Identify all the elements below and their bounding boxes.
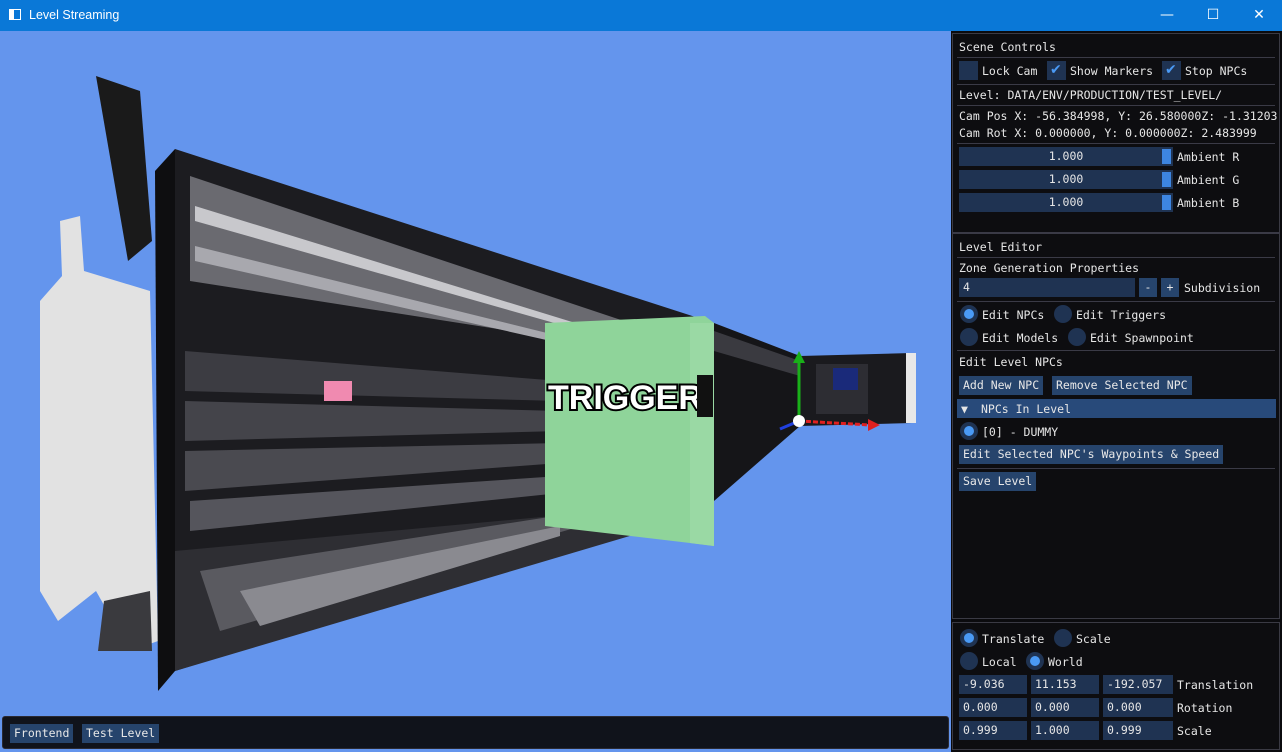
rotation-x-input[interactable]: 0.000 [959,698,1027,717]
translation-x-input[interactable]: -9.036 [959,675,1027,694]
world-space-radio[interactable] [1026,652,1044,670]
world-space-label: World [1048,655,1083,669]
add-npc-button[interactable]: Add New NPC [959,376,1044,395]
stop-npcs-label: Stop NPCs [1185,64,1248,78]
translate-mode-label: Translate [982,632,1045,646]
stop-npcs-checkbox[interactable] [1162,61,1181,80]
frontend-level-button[interactable]: Frontend [10,724,74,743]
edit-npcs-radio[interactable] [960,305,978,323]
scale-z-input[interactable]: 0.999 [1103,721,1173,740]
divider [957,84,1275,85]
local-space-radio[interactable] [960,652,978,670]
divider [957,57,1275,58]
divider [957,468,1275,469]
save-level-button[interactable]: Save Level [959,472,1037,491]
level-path-text: Level: DATA/ENV/PRODUCTION/TEST_LEVEL/ [959,88,1223,102]
ambient-b-label: Ambient B [1177,196,1240,210]
subdivision-decrement-button[interactable]: - [1139,278,1157,297]
edit-models-label: Edit Models [982,331,1059,345]
divider [957,301,1275,302]
gizmo-panel: Translate Scale Local World -9.036 11.15… [952,622,1280,750]
scale-mode-label: Scale [1076,632,1111,646]
rotation-z-input[interactable]: 0.000 [1103,698,1173,717]
window-title: Level Streaming [29,8,120,22]
ambient-r-value: 1.000 [1048,149,1084,163]
edit-triggers-label: Edit Triggers [1076,308,1167,322]
ambient-g-value: 1.000 [1048,172,1084,186]
local-space-label: Local [982,655,1017,669]
remove-npc-button[interactable]: Remove Selected NPC [1052,376,1192,395]
show-markers-label: Show Markers [1070,64,1154,78]
scale-label: Scale [1177,724,1212,738]
close-button[interactable]: ✕ [1236,0,1282,31]
edit-level-npcs-title: Edit Level NPCs [959,355,1063,369]
slider-grab[interactable] [1162,172,1171,187]
maximize-button[interactable]: ☐ [1190,0,1236,31]
edit-spawnpoint-label: Edit Spawnpoint [1090,331,1194,345]
cam-pos-text: Cam Pos X: -56.384998, Y: 26.580000Z: -1… [959,109,1277,123]
scene-controls-title: Scene Controls [959,40,1056,54]
scene-render: TRIGGER [40,76,916,691]
slider-grab[interactable] [1162,195,1171,210]
subdivision-label: Subdivision [1184,281,1261,295]
level-editor-title: Level Editor [959,240,1043,254]
lock-cam-checkbox[interactable] [959,61,978,80]
divider [957,143,1275,144]
minimize-button[interactable]: — [1144,0,1190,31]
edit-waypoints-button[interactable]: Edit Selected NPC's Waypoints & Speed [959,445,1224,464]
trigger-marker-label: TRIGGER [548,379,703,417]
rotation-label: Rotation [1177,701,1233,715]
collapse-arrow-icon: ▼ [961,402,968,416]
npcs-in-level-label: NPCs In Level [981,402,1072,416]
ambient-r-label: Ambient R [1177,150,1240,164]
slider-grab[interactable] [1162,149,1171,164]
ambient-b-slider[interactable]: 1.000 [959,193,1173,212]
zone-generation-title: Zone Generation Properties [959,261,1140,275]
subdivision-increment-button[interactable]: + [1161,278,1179,297]
translation-y-input[interactable]: 11.153 [1031,675,1099,694]
edit-npcs-label: Edit NPCs [982,308,1045,322]
divider [957,105,1275,106]
ambient-r-slider[interactable]: 1.000 [959,147,1173,166]
rotation-y-input[interactable]: 0.000 [1031,698,1099,717]
subdivision-input[interactable]: 4 [959,278,1135,297]
test-level-button[interactable]: Test Level [82,724,160,743]
show-markers-checkbox[interactable] [1047,61,1066,80]
ambient-g-slider[interactable]: 1.000 [959,170,1173,189]
lock-cam-label: Lock Cam [982,64,1038,78]
edit-triggers-radio[interactable] [1054,305,1072,323]
edit-models-radio[interactable] [960,328,978,346]
section-divider [953,232,1279,234]
divider [957,350,1275,351]
translation-z-input[interactable]: -192.057 [1103,675,1173,694]
scale-mode-radio[interactable] [1054,629,1072,647]
translation-label: Translation [1177,678,1254,692]
divider [957,257,1275,258]
cam-rot-text: Cam Rot X: 0.000000, Y: 0.000000Z: 2.483… [959,126,1257,140]
translate-mode-radio[interactable] [960,629,978,647]
app-window-icon [9,9,21,20]
scale-y-input[interactable]: 1.000 [1031,721,1099,740]
ambient-g-label: Ambient G [1177,173,1240,187]
npc-select-radio[interactable] [960,422,978,440]
level-select-bar: Frontend Test Level [2,716,949,749]
ambient-b-value: 1.000 [1048,195,1084,209]
window-titlebar[interactable]: Level Streaming — ☐ ✕ [0,0,1282,31]
edit-spawnpoint-radio[interactable] [1068,328,1086,346]
scene-viewport[interactable]: TRIGGER Frontend Test Level [0,31,951,752]
npcs-in-level-header[interactable]: ▼ NPCs In Level [957,399,1276,418]
scale-x-input[interactable]: 0.999 [959,721,1027,740]
editor-panel: Scene Controls Lock Cam Show Markers Sto… [952,33,1280,619]
npc-list-item[interactable]: [0] - DUMMY [982,425,1058,439]
